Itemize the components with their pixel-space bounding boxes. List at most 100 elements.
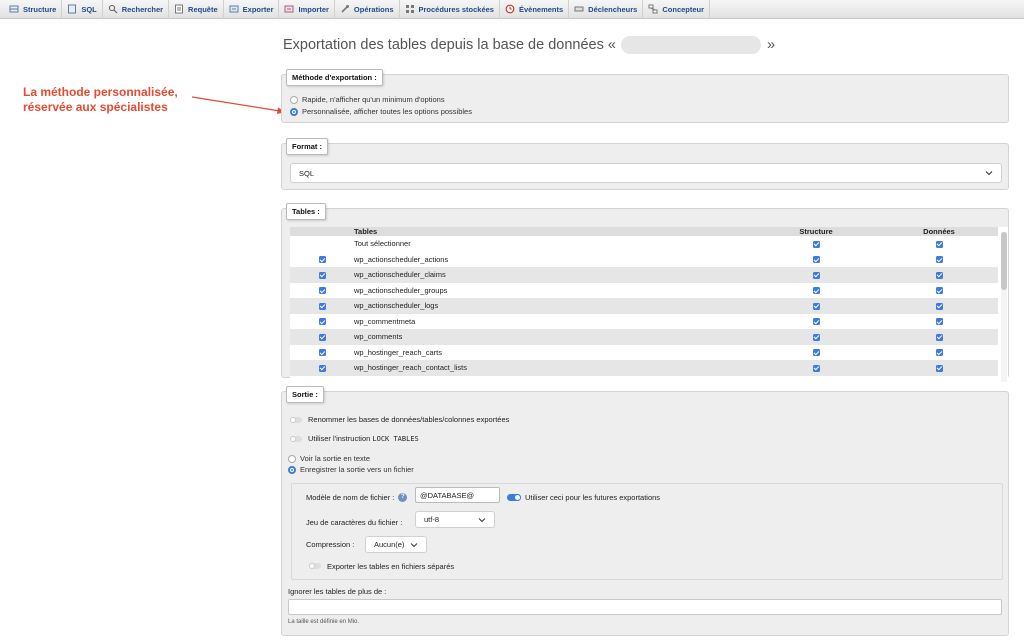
filename-input[interactable]: @DATABASE@ <box>415 487 500 503</box>
table-select-checkbox[interactable] <box>318 287 326 295</box>
table-name: wp_actionscheduler_claims <box>354 267 752 283</box>
output-legend: Sortie : <box>286 386 324 403</box>
tab-opérations[interactable]: Opérations <box>335 0 400 19</box>
compression-select[interactable]: Aucun(e) <box>365 536 427 553</box>
radio-save-file[interactable] <box>288 465 296 474</box>
tab-procédures-stockées[interactable]: Procédures stockées <box>400 0 500 19</box>
table-select-checkbox[interactable] <box>318 349 326 357</box>
format-select[interactable]: SQL <box>290 163 1002 183</box>
table-select-checkbox[interactable] <box>318 318 326 326</box>
data-checkbox[interactable] <box>935 302 943 310</box>
tab-label: Structure <box>23 4 57 14</box>
table-select-checkbox[interactable] <box>318 256 326 264</box>
structure-checkbox[interactable] <box>812 287 820 295</box>
structure-checkbox[interactable] <box>812 302 820 310</box>
radio-quick[interactable] <box>290 95 298 104</box>
output-fieldset: Sortie : Renommer les bases de données/t… <box>281 386 1009 636</box>
triggers-icon <box>574 4 584 14</box>
skip-tables-input[interactable] <box>288 599 1002 615</box>
separate-files-toggle[interactable] <box>309 563 321 569</box>
rename-toggle[interactable] <box>290 416 302 423</box>
tab-sql[interactable]: SQL <box>62 0 103 19</box>
tab-rechercher[interactable]: Rechercher <box>103 0 170 19</box>
table-select-checkbox[interactable] <box>318 333 326 341</box>
method-quick-label: Rapide, n'afficher qu'un minimum d'optio… <box>302 95 445 104</box>
table-name: wp_actionscheduler_groups <box>354 285 448 295</box>
save-file-option[interactable]: Enregistrer la sortie vers un fichier <box>288 465 414 474</box>
structure-checkbox[interactable] <box>812 364 820 372</box>
tab-exporter[interactable]: Exporter <box>224 0 280 19</box>
radio-custom[interactable] <box>290 107 298 116</box>
separate-files-option[interactable]: Exporter les tables en fichiers séparés <box>309 559 454 573</box>
table-row: wp_comments <box>290 329 998 345</box>
table-select-checkbox[interactable] <box>318 271 326 279</box>
import-icon <box>284 4 294 14</box>
tables-scrollbar[interactable] <box>1001 232 1007 382</box>
tab-label: Requête <box>188 4 218 14</box>
rename-label: Renommer les bases de données/tables/col… <box>308 415 510 424</box>
table-row: wp_actionscheduler_claims <box>290 267 998 283</box>
tables-fieldset: Tables : Tables Structure Données Tout s… <box>281 203 1009 382</box>
format-legend: Format : <box>286 138 328 155</box>
data-checkbox[interactable] <box>935 349 943 357</box>
method-quick-option[interactable]: Rapide, n'afficher qu'un minimum d'optio… <box>290 95 445 104</box>
save-file-label: Enregistrer la sortie vers un fichier <box>300 465 414 474</box>
tables-table: Tables Structure Données Tout sélectionn… <box>290 227 998 376</box>
structure-icon <box>9 4 19 14</box>
select-all-structure-checkbox[interactable] <box>812 240 820 248</box>
tab-requête[interactable]: Requête <box>169 0 224 19</box>
view-text-label: Voir la sortie en texte <box>300 454 371 463</box>
method-custom-option[interactable]: Personnalisée, afficher toutes les optio… <box>290 107 472 116</box>
table-select-checkbox[interactable] <box>318 302 326 310</box>
structure-checkbox[interactable] <box>812 271 820 279</box>
export-method-fieldset: Méthode d'exportation : Rapide, n'affich… <box>281 69 1009 123</box>
select-all-data-checkbox[interactable] <box>935 240 943 248</box>
table-name: wp_comments <box>354 329 752 345</box>
skip-tables-label-row: Ignorer les tables de plus de : <box>288 587 386 596</box>
data-checkbox[interactable] <box>935 318 943 326</box>
method-custom-label: Personnalisée, afficher toutes les optio… <box>302 107 472 116</box>
format-fieldset: Format : SQL <box>281 138 1009 190</box>
routines-icon <box>405 4 415 14</box>
structure-checkbox[interactable] <box>812 349 820 357</box>
structure-checkbox[interactable] <box>812 256 820 264</box>
rename-option[interactable]: Renommer les bases de données/tables/col… <box>290 415 509 424</box>
tables-scroll-thumb[interactable] <box>1001 232 1007 290</box>
charset-select[interactable]: utf-8 <box>415 511 495 528</box>
data-checkbox[interactable] <box>935 364 943 372</box>
tab-importer[interactable]: Importer <box>279 0 335 19</box>
select-all-row: Tout sélectionner <box>290 236 998 252</box>
structure-checkbox[interactable] <box>812 333 820 341</box>
data-checkbox[interactable] <box>935 287 943 295</box>
charset-label-row: Jeu de caractères du fichier : <box>306 515 402 529</box>
tab-concepteur[interactable]: Concepteur <box>643 0 711 19</box>
lock-tables-option[interactable]: Utiliser l'instruction LOCK TABLES <box>290 434 419 443</box>
charset-label: Jeu de caractères du fichier : <box>306 517 403 527</box>
compression-label-row: Compression : <box>306 537 354 551</box>
filename-label-row: Modèle de nom de fichier : ? <box>306 490 408 504</box>
tab-label: SQL <box>81 4 97 14</box>
export-method-legend: Méthode d'exportation : <box>286 69 383 86</box>
data-checkbox[interactable] <box>935 333 943 341</box>
table-select-checkbox[interactable] <box>318 364 326 372</box>
help-icon[interactable]: ? <box>398 492 408 502</box>
lock-tables-code: LOCK TABLES <box>372 434 419 443</box>
future-exports-toggle[interactable] <box>507 493 521 501</box>
lock-tables-toggle[interactable] <box>290 435 302 442</box>
table-name: wp_commentmeta <box>354 316 416 326</box>
tab-déclencheurs[interactable]: Déclencheurs <box>569 0 644 19</box>
tab-structure[interactable]: Structure <box>4 0 63 19</box>
radio-view-text[interactable] <box>288 454 296 463</box>
clock-icon <box>505 4 515 14</box>
future-exports-option[interactable]: Utiliser ceci pour les futures exportati… <box>507 490 660 504</box>
select-all-link[interactable]: Tout sélectionner <box>354 236 752 252</box>
compression-label: Compression : <box>306 539 355 549</box>
table-row: wp_hostinger_reach_carts <box>290 345 998 361</box>
view-text-option[interactable]: Voir la sortie en texte <box>288 454 370 463</box>
data-checkbox[interactable] <box>935 256 943 264</box>
structure-checkbox[interactable] <box>812 318 820 326</box>
header-select <box>290 227 354 236</box>
tab-évènements[interactable]: Évènements <box>500 0 570 19</box>
data-checkbox[interactable] <box>935 271 943 279</box>
annotation-line-1: La méthode personnalisée, <box>23 85 178 99</box>
